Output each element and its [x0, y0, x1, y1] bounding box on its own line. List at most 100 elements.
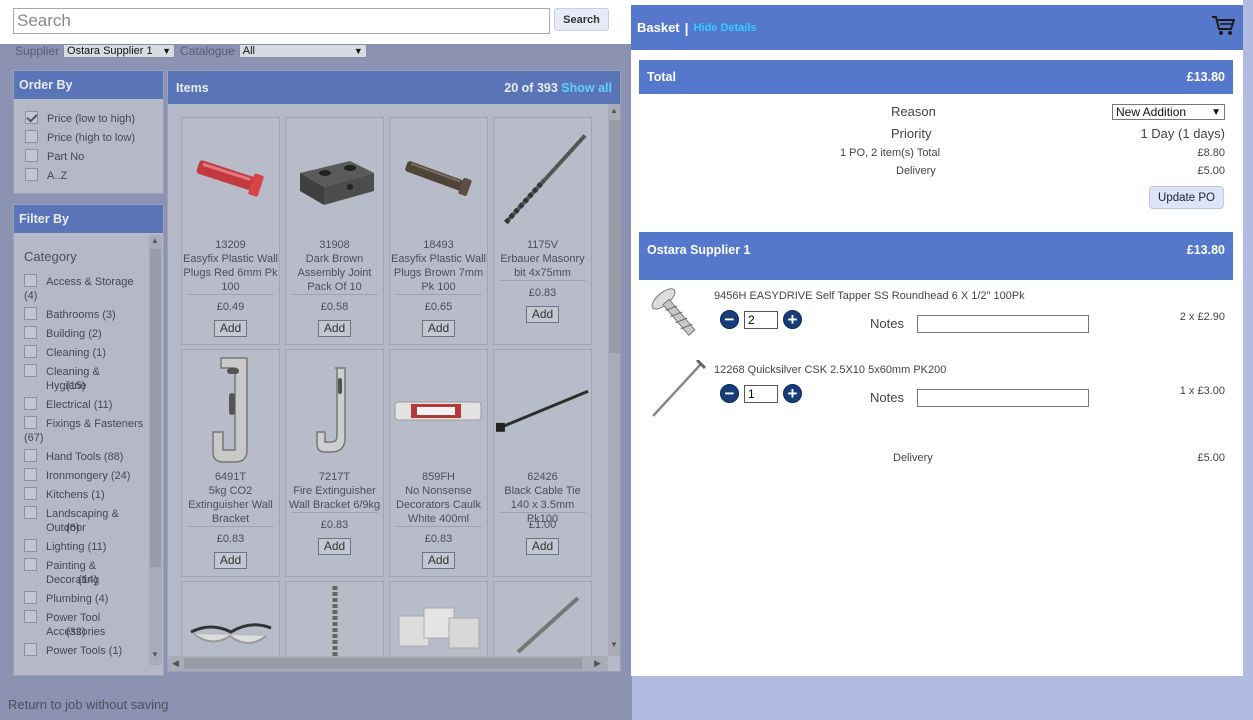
quantity-input[interactable]	[744, 310, 778, 329]
scroll-thumb[interactable]	[609, 120, 620, 353]
minus-icon[interactable]: −	[720, 310, 739, 329]
order-by-title: Order By	[14, 71, 163, 99]
minus-icon[interactable]: −	[720, 384, 739, 403]
checkbox[interactable]	[24, 487, 37, 500]
plus-icon[interactable]: +	[783, 384, 802, 403]
scroll-up-icon[interactable]: ▲	[610, 106, 618, 115]
add-item-button[interactable]: Add	[213, 552, 248, 569]
item-card[interactable]: 1175V Erbauer Masonry bit 4x75mm £0.83 A…	[493, 117, 592, 345]
order-option-part-no[interactable]: Part No	[25, 149, 163, 164]
add-item-button[interactable]: Add	[525, 306, 560, 323]
checkbox[interactable]	[25, 168, 38, 181]
item-card[interactable]: 18493 Easyfix Plastic Wall Plugs Brown 7…	[389, 117, 488, 345]
category-plumbing[interactable]: Plumbing (4)	[24, 591, 149, 606]
checkbox[interactable]	[24, 307, 37, 320]
category-access-storage[interactable]: Access & Storage	[24, 274, 149, 289]
plus-icon[interactable]: +	[783, 310, 802, 329]
category-kitchens[interactable]: Kitchens (1)	[24, 487, 149, 502]
checkbox[interactable]	[24, 345, 37, 358]
checkbox[interactable]	[25, 149, 38, 162]
checkbox[interactable]	[24, 591, 37, 604]
add-item-button[interactable]: Add	[525, 538, 560, 555]
item-card[interactable]	[389, 581, 488, 656]
search-bar: Search	[0, 0, 632, 44]
order-option-price-high[interactable]: Price (high to low)	[25, 130, 163, 145]
scroll-right-icon[interactable]: ▶	[594, 658, 601, 669]
notes-input[interactable]	[917, 315, 1089, 333]
checkbox[interactable]	[24, 610, 37, 623]
catalogue-select[interactable]: All ▼	[238, 44, 367, 58]
hide-details-link[interactable]: Hide Details	[694, 22, 757, 34]
category-ironmongery[interactable]: Ironmongery (24)	[24, 468, 149, 483]
scroll-down-icon[interactable]: ▼	[151, 650, 159, 659]
category-count: (1)	[92, 347, 106, 359]
category-cleaning[interactable]: Cleaning (1)	[24, 345, 149, 360]
checkbox[interactable]	[24, 274, 37, 287]
checkbox[interactable]	[24, 326, 37, 339]
items-count-group: 20 of 393 Show all	[504, 81, 612, 95]
quantity-input[interactable]	[744, 384, 778, 403]
scroll-down-icon[interactable]: ▼	[610, 640, 618, 649]
show-all-link[interactable]: Show all	[561, 81, 612, 95]
item-card[interactable]: 62426 Black Cable Tie 140 x 3.5mm Pk100 …	[493, 349, 592, 577]
item-card[interactable]: 31908 Dark Brown Assembly Joint Pack Of …	[285, 117, 384, 345]
order-option-a-z[interactable]: A..Z	[25, 168, 163, 183]
order-by-panel: Order By Price (low to high) Price (high…	[13, 70, 164, 194]
item-card[interactable]: 13209 Easyfix Plastic Wall Plugs Red 6mm…	[181, 117, 280, 345]
return-link[interactable]: Return to job without saving	[8, 697, 168, 712]
item-card[interactable]	[181, 581, 280, 656]
supplier-select[interactable]: Ostara Supplier 1 ▼	[63, 44, 176, 58]
item-name: No Nonsense Decorators Caulk White 400ml	[396, 485, 481, 525]
item-card[interactable]: 6491T 5kg CO2 Extinguisher Wall Bracket …	[181, 349, 280, 577]
checkbox[interactable]	[25, 111, 38, 124]
scroll-thumb[interactable]	[150, 249, 161, 567]
checkbox[interactable]	[24, 364, 37, 377]
item-card[interactable]	[285, 581, 384, 656]
item-card[interactable]: 7217T Fire Extinguisher Wall Bracket 6/9…	[285, 349, 384, 577]
notes-input[interactable]	[917, 389, 1089, 407]
checkbox[interactable]	[24, 558, 37, 571]
search-button[interactable]: Search	[554, 8, 609, 31]
item-card[interactable]	[493, 581, 592, 656]
search-input[interactable]	[13, 8, 550, 34]
category-hand-tools[interactable]: Hand Tools (88)	[24, 449, 149, 464]
category-electrical[interactable]: Electrical (11)	[24, 397, 149, 412]
scroll-thumb[interactable]	[184, 658, 582, 669]
category-name: Bathrooms	[46, 309, 100, 321]
scroll-up-icon[interactable]: ▲	[151, 236, 159, 245]
checkbox[interactable]	[24, 449, 37, 462]
add-item-button[interactable]: Add	[421, 552, 456, 569]
category-lighting[interactable]: Lighting (11)	[24, 539, 149, 554]
reason-select[interactable]: New Addition ▼	[1112, 104, 1225, 120]
category-count: (11)	[87, 541, 107, 553]
category-bathrooms[interactable]: Bathrooms (3)	[24, 307, 149, 322]
caulk-tube-icon	[390, 350, 487, 470]
category-count: (24)	[110, 470, 131, 482]
checkbox[interactable]	[24, 506, 37, 519]
checkbox[interactable]	[24, 539, 37, 552]
checkbox[interactable]	[24, 416, 37, 429]
update-po-button[interactable]: Update PO	[1149, 186, 1224, 209]
category-power-tools[interactable]: Power Tools (1)	[24, 643, 149, 658]
checkbox[interactable]	[24, 397, 37, 410]
category-fixings-fasteners[interactable]: Fixings & Fasteners	[24, 416, 149, 431]
scroll-left-icon[interactable]: ◀	[172, 658, 179, 669]
checkbox[interactable]	[24, 468, 37, 481]
add-item-button[interactable]: Add	[317, 538, 352, 555]
checkbox[interactable]	[24, 643, 37, 656]
item-card[interactable]: 859FH No Nonsense Decorators Caulk White…	[389, 349, 488, 577]
add-item-button[interactable]: Add	[213, 320, 248, 337]
items-vertical-scrollbar[interactable]: ▲ ▼	[608, 104, 620, 656]
items-horizontal-scrollbar[interactable]: ◀ ▶	[168, 656, 608, 671]
category-count: (2)	[88, 328, 102, 340]
checkbox[interactable]	[25, 130, 38, 143]
filter-scrollbar[interactable]: ▲ ▼	[149, 235, 162, 665]
add-item-button[interactable]: Add	[317, 320, 352, 337]
order-option-price-low[interactable]: Price (low to high)	[25, 111, 163, 126]
items-header: Items 20 of 393 Show all	[168, 71, 620, 104]
option-label: Price (high to low)	[47, 132, 136, 144]
total-bar: Total £13.80	[639, 60, 1233, 94]
cart-icon[interactable]	[1211, 15, 1236, 40]
add-item-button[interactable]: Add	[421, 320, 456, 337]
category-building[interactable]: Building (2)	[24, 326, 149, 341]
